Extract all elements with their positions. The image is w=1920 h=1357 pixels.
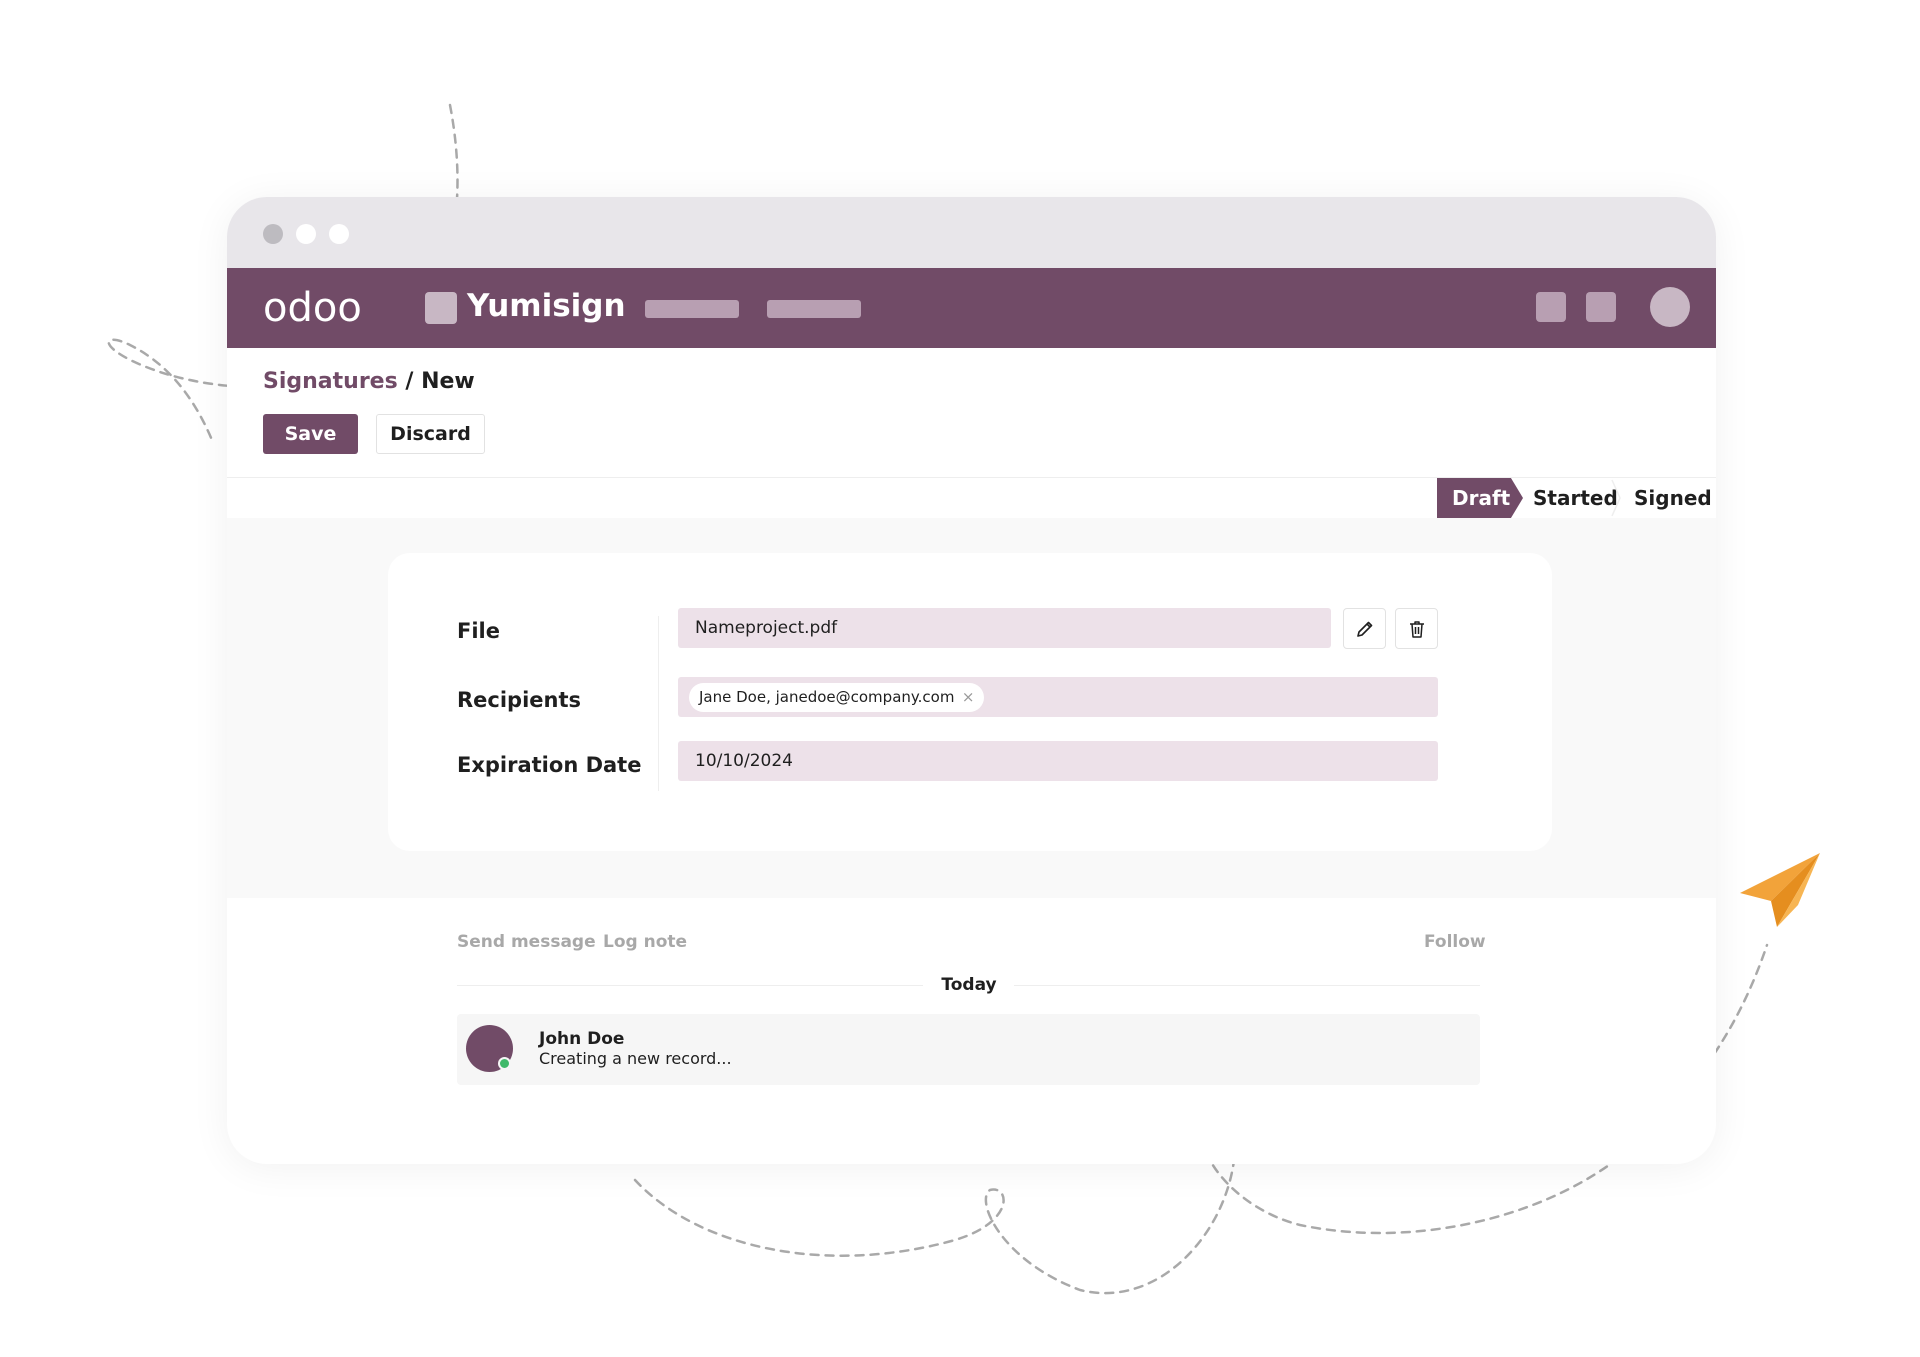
online-status-icon <box>498 1057 511 1070</box>
log-note-button[interactable]: Log note <box>603 930 687 954</box>
discard-button[interactable]: Discard <box>376 414 485 454</box>
systray-icon[interactable] <box>1586 292 1616 322</box>
nav-menu-placeholder[interactable] <box>767 300 861 318</box>
odoo-logo[interactable]: odoo <box>263 286 369 332</box>
chatter-message: John Doe Creating a new record... <box>457 1014 1480 1085</box>
breadcrumb-parent-link[interactable]: Signatures <box>263 369 398 394</box>
file-label: File <box>457 619 500 643</box>
app-icon[interactable] <box>425 292 457 324</box>
recipient-tag: Jane Doe, janedoe@company.com × <box>689 683 985 712</box>
label-divider <box>658 616 659 791</box>
top-navbar: odoo Yumisign <box>227 268 1716 348</box>
breadcrumb-current: New <box>421 369 475 394</box>
recipients-field[interactable]: Jane Doe, janedoe@company.com × <box>678 677 1438 717</box>
status-step-draft[interactable]: Draft <box>1437 478 1523 518</box>
date-separator-line <box>457 985 923 986</box>
window-close-dot[interactable] <box>263 224 283 244</box>
window-titlebar <box>227 197 1716 268</box>
file-field[interactable]: Nameproject.pdf <box>678 608 1331 648</box>
breadcrumb: Signatures / New <box>263 367 475 397</box>
status-step-signed[interactable]: Signed <box>1634 478 1712 518</box>
follow-button[interactable]: Follow <box>1424 930 1486 954</box>
message-body: Creating a new record... <box>539 1049 732 1068</box>
edit-file-button[interactable] <box>1343 608 1386 649</box>
window-minimize-dot[interactable] <box>296 224 316 244</box>
expiration-date-label: Expiration Date <box>457 753 642 777</box>
date-separator-line <box>1014 985 1480 986</box>
user-avatar[interactable] <box>1650 287 1690 327</box>
expiration-date-field[interactable]: 10/10/2024 <box>678 741 1438 781</box>
status-step-started[interactable]: Started <box>1533 478 1618 518</box>
remove-tag-icon[interactable]: × <box>962 683 975 712</box>
breadcrumb-separator: / <box>405 369 414 394</box>
systray-icon[interactable] <box>1536 292 1566 322</box>
trash-icon <box>1409 620 1424 638</box>
save-button[interactable]: Save <box>263 414 358 454</box>
status-bar: Draft Started Signed <box>227 478 1716 518</box>
nav-menu-placeholder[interactable] <box>645 300 739 318</box>
form-sheet: File Recipients Expiration Date Nameproj… <box>388 553 1552 851</box>
paper-plane-icon <box>1740 853 1820 927</box>
recipients-label: Recipients <box>457 688 582 712</box>
window-maximize-dot[interactable] <box>329 224 349 244</box>
status-chevron-icon <box>1611 479 1621 517</box>
browser-window: odoo Yumisign Signatures / New Save Disc… <box>227 197 1716 1164</box>
date-separator: Today <box>941 975 997 995</box>
pencil-icon <box>1356 621 1372 637</box>
send-message-button[interactable]: Send message <box>457 930 596 954</box>
message-author[interactable]: John Doe <box>539 1028 624 1050</box>
logo-text: odoo <box>263 286 362 331</box>
recipient-tag-label: Jane Doe, janedoe@company.com <box>699 688 955 706</box>
app-name[interactable]: Yumisign <box>467 284 626 328</box>
delete-file-button[interactable] <box>1395 608 1438 649</box>
